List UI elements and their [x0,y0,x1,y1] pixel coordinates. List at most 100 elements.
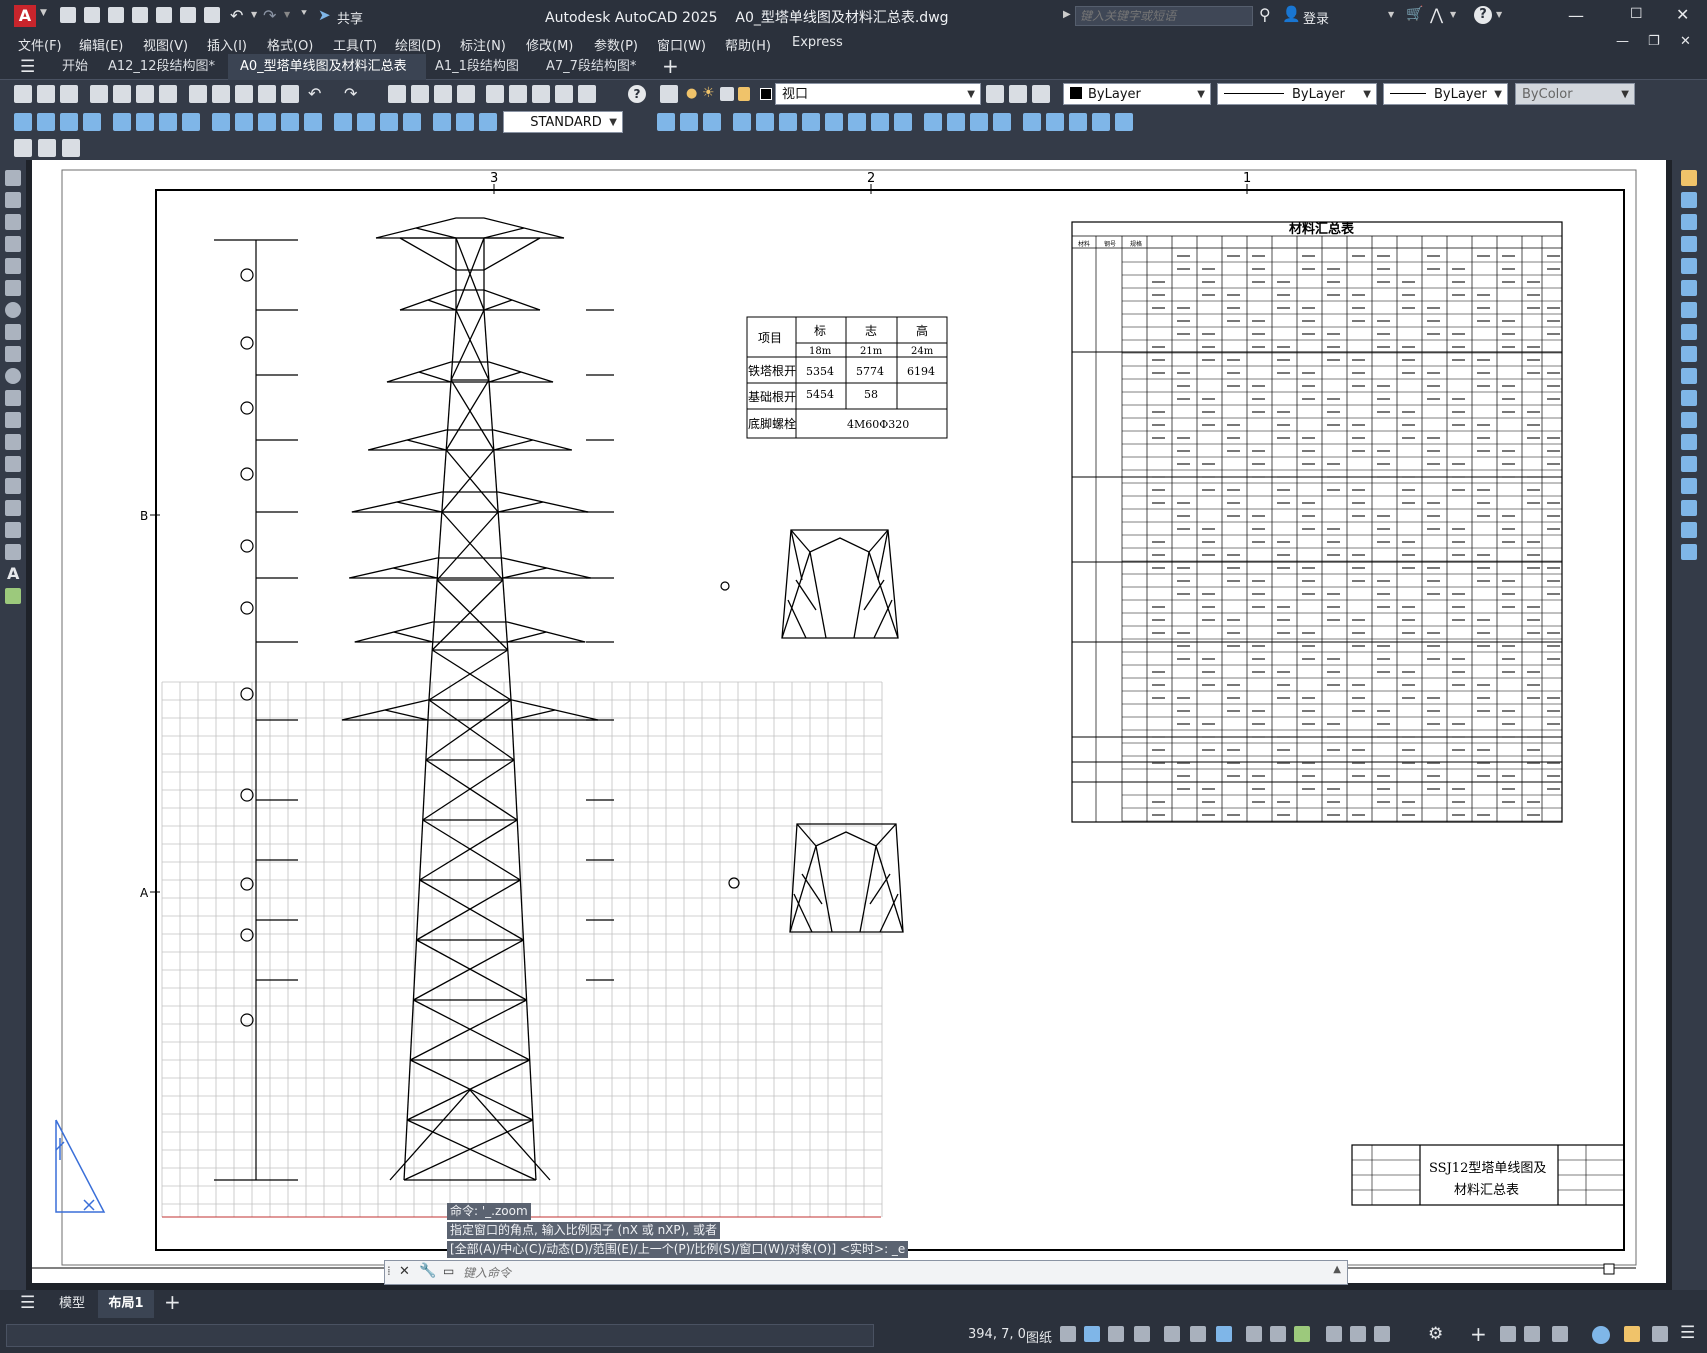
open-icon[interactable] [37,85,55,103]
layer-states-icon[interactable] [1032,85,1050,103]
tab-layout1[interactable]: 布局1 [98,1290,154,1318]
autodesk-chevron-icon[interactable]: ▼ [1450,10,1456,19]
chamfer-icon[interactable] [1681,478,1697,494]
qa-publish-icon[interactable] [180,7,196,23]
app-menu-chevron-icon[interactable]: ▼ [40,8,47,18]
share-button[interactable]: 共享 [337,8,363,27]
close-block-icon[interactable] [62,139,80,157]
revcloud-icon[interactable] [5,324,21,340]
shell-icon[interactable] [993,113,1011,131]
autodesk-icon[interactable]: ⋀ [1430,5,1443,24]
menu-insert[interactable]: 插入(I) [207,35,247,54]
save-icon[interactable] [60,85,78,103]
table-icon[interactable] [5,544,21,560]
annotate-add-icon[interactable]: + [1470,1322,1487,1346]
move-icon[interactable] [1681,280,1697,296]
dim-edit-icon[interactable] [433,113,451,131]
imprint-icon[interactable] [924,113,942,131]
view-iso-icon[interactable] [1115,113,1133,131]
delete-faces-icon[interactable] [802,113,820,131]
menu-parameter[interactable]: 参数(P) [594,35,638,54]
quick-properties-icon[interactable] [1524,1326,1540,1342]
annotation-monitor-icon[interactable] [1326,1326,1342,1342]
hardware-accel-icon[interactable] [1624,1326,1640,1342]
qa-customize-chevron-icon[interactable]: ⯆ [300,8,308,19]
stretch-icon[interactable] [1681,346,1697,362]
cmd-customize-icon[interactable]: 🔧 [419,1263,436,1279]
layer-manager-icon[interactable] [660,85,678,103]
qa-save-icon[interactable] [108,7,124,23]
properties-icon[interactable] [486,85,504,103]
union-icon[interactable] [657,113,675,131]
inspect-icon[interactable] [380,113,398,131]
cmd-close-icon[interactable]: ✕ [399,1264,410,1279]
explode-icon[interactable] [1681,544,1697,560]
undo-icon[interactable]: ↶ [308,84,321,103]
workspace-gear-icon[interactable]: ⚙ [1428,1324,1443,1344]
annotation-visibility-icon[interactable] [1350,1326,1366,1342]
block-editor-icon[interactable] [281,85,299,103]
help-icon[interactable]: ? [1474,6,1492,24]
layer-vp-icon[interactable] [720,87,734,101]
insert-block-icon[interactable] [5,412,21,428]
doc-restore-icon[interactable]: ❐ [1648,34,1660,49]
view-front-icon[interactable] [1046,113,1064,131]
subtract-icon[interactable] [680,113,698,131]
maximize-icon[interactable]: ☐ [1630,6,1643,22]
tolerance-icon[interactable] [334,113,352,131]
gradient-icon[interactable] [5,500,21,516]
jog-line-icon[interactable] [403,113,421,131]
login-button[interactable]: 登录 [1303,8,1329,27]
menu-express[interactable]: Express [792,35,843,50]
new-tab-icon[interactable]: + [662,54,679,78]
qa-print-icon[interactable] [204,7,220,23]
fillet-icon[interactable] [1681,500,1697,516]
search-expand-icon[interactable]: ▶ [1063,9,1071,20]
menu-modify[interactable]: 修改(M) [526,35,573,54]
polyline-icon[interactable] [5,214,21,230]
mtext-icon[interactable]: A [7,564,19,583]
layer-on-icon[interactable]: ● [686,86,697,101]
tab-a0-active[interactable]: A0_型塔单线图及材料汇总表*✕ [228,54,426,100]
paste-icon[interactable] [235,85,253,103]
tab-menu-icon[interactable]: ☰ [20,57,35,77]
make-block-icon[interactable] [5,434,21,450]
calculator-icon[interactable] [578,85,596,103]
center-mark-icon[interactable] [357,113,375,131]
object-snap-tracking-icon[interactable] [1190,1326,1206,1342]
dim-jogged-icon[interactable] [136,113,154,131]
view-top-icon[interactable] [1069,113,1087,131]
add-selected-icon[interactable] [5,588,21,604]
xline-icon[interactable] [5,192,21,208]
qa-undo-icon[interactable]: ↶ [230,6,243,25]
copy-obj-icon[interactable] [1681,192,1697,208]
doc-minimize-icon[interactable]: — [1616,34,1629,49]
command-line[interactable]: ⁞ ✕ 🔧 ▭ ▲ [384,1260,1348,1285]
menu-help[interactable]: 帮助(H) [725,35,771,54]
rotate-icon[interactable] [1681,302,1697,318]
dim-diameter-icon[interactable] [159,113,177,131]
qa-undo-chevron-icon[interactable]: ▼ [251,10,257,19]
intersect-icon[interactable] [703,113,721,131]
menu-file[interactable]: 文件(F) [18,35,62,54]
paper-corner-grip[interactable] [1603,1263,1615,1275]
minimize-icon[interactable]: — [1568,6,1584,25]
dim-continue-icon[interactable] [258,113,276,131]
qa-redo-icon[interactable]: ↷ [263,6,276,25]
qa-saveas-icon[interactable] [132,7,148,23]
matchprop-icon[interactable] [258,85,276,103]
help-chevron-icon[interactable]: ▼ [1496,10,1502,19]
layer-thaw-icon[interactable]: ☀ [702,85,715,101]
copy-faces-icon[interactable] [871,113,889,131]
menu-dimension[interactable]: 标注(N) [460,35,506,54]
cart-icon[interactable]: 🛒 [1406,6,1423,22]
plotstyle-dropdown[interactable]: ByColor ▼ [1515,83,1635,105]
dim-arc-icon[interactable] [60,113,78,131]
preview-icon[interactable] [113,85,131,103]
toolpalette-icon[interactable] [532,85,550,103]
break-icon[interactable] [1681,434,1697,450]
sheetset-icon[interactable] [555,85,573,103]
hatch-icon[interactable] [5,478,21,494]
plot-icon[interactable] [90,85,108,103]
spline-icon[interactable] [5,346,21,362]
